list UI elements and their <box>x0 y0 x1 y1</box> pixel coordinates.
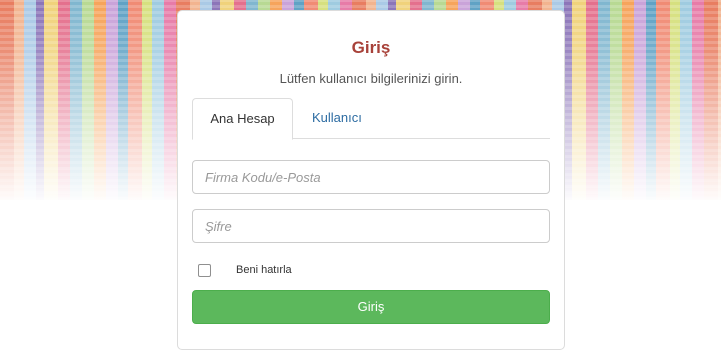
remember-me-label: Beni hatırla <box>236 264 292 276</box>
tab-user[interactable]: Kullanıcı <box>312 98 362 139</box>
login-title: Giriş <box>351 38 391 57</box>
tab-main-account[interactable]: Ana Hesap <box>192 98 293 140</box>
login-button[interactable]: Giriş <box>192 290 550 324</box>
password-input[interactable] <box>192 209 550 243</box>
account-tabs: Ana Hesap Kullanıcı <box>192 98 550 140</box>
login-card: Giriş Lütfen kullanıcı bilgilerinizi gir… <box>177 10 565 350</box>
login-subtitle: Lütfen kullanıcı bilgilerinizi girin. <box>279 71 463 86</box>
remember-me-checkbox[interactable] <box>198 263 211 277</box>
remember-me-toggle[interactable]: Beni hatırla <box>198 263 292 277</box>
company-email-input[interactable] <box>192 160 550 194</box>
